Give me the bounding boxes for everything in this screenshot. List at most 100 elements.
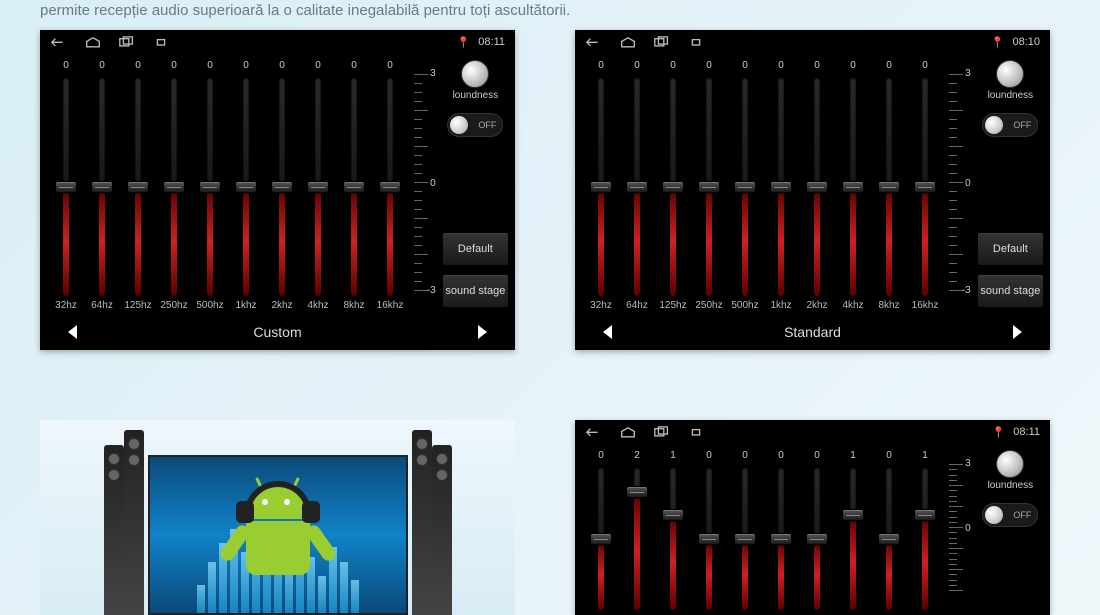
- sound-stage-button[interactable]: sound stage: [977, 274, 1044, 308]
- recent-apps-icon[interactable]: [118, 35, 136, 49]
- band-value: 0: [850, 60, 856, 74]
- eq-band: 032hz: [583, 60, 619, 314]
- band-value: 0: [886, 60, 892, 74]
- back-icon[interactable]: [585, 35, 603, 49]
- loudness-knob[interactable]: [461, 60, 489, 88]
- eq-slider[interactable]: [886, 468, 892, 610]
- eq-slider[interactable]: [598, 78, 604, 296]
- band-freq-label: 1khz: [770, 300, 791, 314]
- band-value: 0: [598, 60, 604, 74]
- eq-slider[interactable]: [778, 468, 784, 610]
- loudness-toggle[interactable]: OFF: [447, 113, 503, 137]
- band-value: 0: [243, 60, 249, 74]
- back-icon[interactable]: [585, 425, 603, 439]
- home-icon[interactable]: [84, 35, 102, 49]
- prev-preset-button[interactable]: [595, 319, 621, 345]
- band-value: 0: [315, 60, 321, 74]
- eq-slider[interactable]: [886, 78, 892, 296]
- eq-slider[interactable]: [598, 468, 604, 610]
- eq-slider[interactable]: [778, 78, 784, 296]
- eq-band: 1: [835, 450, 871, 614]
- app-icon: [687, 35, 705, 49]
- band-value: 1: [850, 450, 856, 464]
- eq-band: 04khz: [300, 60, 336, 314]
- band-freq-label: 8khz: [343, 300, 364, 314]
- preset-bar: Custom: [40, 314, 515, 350]
- eq-slider[interactable]: [670, 468, 676, 610]
- band-freq-label: 16khz: [377, 300, 404, 314]
- eq-band: 0500hz: [727, 60, 763, 314]
- band-value: 1: [670, 450, 676, 464]
- band-value: 0: [922, 60, 928, 74]
- eq-slider[interactable]: [742, 78, 748, 296]
- eq-slider[interactable]: [922, 78, 928, 296]
- status-bar: 📍 08:10: [575, 30, 1050, 54]
- eq-slider[interactable]: [670, 78, 676, 296]
- eq-slider[interactable]: [850, 78, 856, 296]
- eq-band: 1: [907, 450, 943, 614]
- band-value: 0: [135, 60, 141, 74]
- band-freq-label: 4khz: [842, 300, 863, 314]
- eq-slider[interactable]: [63, 78, 69, 296]
- eq-band: 0250hz: [156, 60, 192, 314]
- band-value: 0: [63, 60, 69, 74]
- band-value: 2: [634, 450, 640, 464]
- eq-band: 0: [763, 450, 799, 614]
- eq-slider[interactable]: [315, 78, 321, 296]
- eq-band: 02khz: [264, 60, 300, 314]
- promo-image: [40, 420, 515, 615]
- sound-stage-button[interactable]: sound stage: [442, 274, 509, 308]
- eq-band: 1: [655, 450, 691, 614]
- band-value: 0: [99, 60, 105, 74]
- scale-mid: 0: [965, 523, 973, 534]
- eq-slider[interactable]: [706, 78, 712, 296]
- home-icon[interactable]: [619, 425, 637, 439]
- band-value: 0: [742, 450, 748, 464]
- eq-slider[interactable]: [634, 78, 640, 296]
- eq-slider[interactable]: [742, 468, 748, 610]
- eq-slider[interactable]: [207, 78, 213, 296]
- next-preset-button[interactable]: [469, 319, 495, 345]
- toggle-text: OFF: [478, 120, 496, 130]
- eq-band: 016khz: [907, 60, 943, 314]
- prev-preset-button[interactable]: [60, 319, 86, 345]
- eq-band: 08khz: [871, 60, 907, 314]
- eq-band: 0: [727, 450, 763, 614]
- default-button[interactable]: Default: [977, 232, 1044, 266]
- back-icon[interactable]: [50, 35, 68, 49]
- eq-slider[interactable]: [351, 78, 357, 296]
- recent-apps-icon[interactable]: [653, 35, 671, 49]
- eq-slider[interactable]: [814, 468, 820, 610]
- eq-slider[interactable]: [922, 468, 928, 610]
- eq-slider[interactable]: [135, 78, 141, 296]
- app-icon: [687, 425, 705, 439]
- eq-slider[interactable]: [99, 78, 105, 296]
- eq-slider[interactable]: [706, 468, 712, 610]
- loudness-toggle[interactable]: OFF: [982, 503, 1038, 527]
- band-freq-label: 125hz: [124, 300, 151, 314]
- band-freq-label: 500hz: [731, 300, 758, 314]
- loudness-label: loundness: [442, 90, 509, 101]
- scale-max: 3: [965, 68, 973, 79]
- eq-slider[interactable]: [850, 468, 856, 610]
- eq-slider[interactable]: [171, 78, 177, 296]
- default-button[interactable]: Default: [442, 232, 509, 266]
- eq-slider[interactable]: [634, 468, 640, 610]
- next-preset-button[interactable]: [1004, 319, 1030, 345]
- home-icon[interactable]: [619, 35, 637, 49]
- loudness-toggle[interactable]: OFF: [982, 113, 1038, 137]
- eq-slider[interactable]: [243, 78, 249, 296]
- loudness-knob[interactable]: [996, 450, 1024, 478]
- eq-slider[interactable]: [814, 78, 820, 296]
- eq-slider[interactable]: [387, 78, 393, 296]
- eq-band: 0 125hz: [120, 60, 156, 314]
- band-value: 0: [814, 450, 820, 464]
- recent-apps-icon[interactable]: [653, 425, 671, 439]
- eq-band: 0: [583, 450, 619, 614]
- eq-slider[interactable]: [279, 78, 285, 296]
- eq-band: 01khz: [763, 60, 799, 314]
- band-freq-label: 125hz: [659, 300, 686, 314]
- toggle-text: OFF: [1013, 510, 1031, 520]
- loudness-knob[interactable]: [996, 60, 1024, 88]
- band-freq-label: 250hz: [160, 300, 187, 314]
